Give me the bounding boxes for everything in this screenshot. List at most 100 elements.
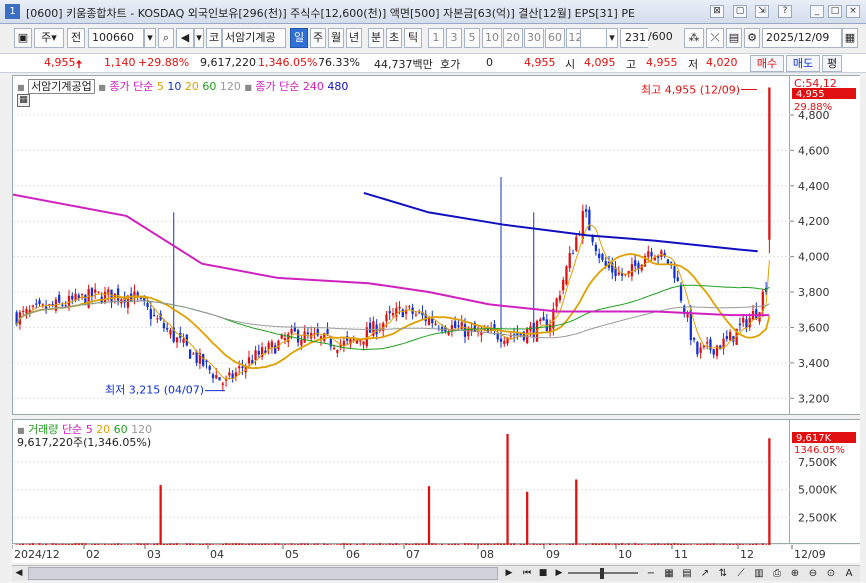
buy-button[interactable]: 매수 (750, 55, 784, 72)
period-button-week[interactable]: 주 (310, 28, 326, 48)
crosshair-icon[interactable]: ⤫ (706, 28, 724, 48)
scroll-right-icon[interactable]: ▶ (502, 566, 516, 581)
search-icon[interactable]: ⌕ (158, 28, 174, 48)
left-gutter (0, 75, 12, 545)
bar-chart-icon[interactable]: ▥ (752, 566, 766, 581)
maximize-icon[interactable]: □ (828, 5, 842, 18)
open-label: 시 (565, 58, 576, 71)
candle-body (221, 383, 224, 385)
layout-icon[interactable]: ▣ (14, 28, 32, 48)
interval-button-5[interactable]: 5 (464, 28, 480, 48)
ma-line-5 (16, 224, 770, 380)
forward-icon[interactable]: ▶ (552, 566, 566, 581)
period-button-year[interactable]: 년 (346, 28, 362, 48)
calendar-icon[interactable]: ▦ (842, 28, 858, 48)
code-dropdown-icon[interactable]: ▾ (144, 28, 156, 48)
count-input[interactable]: 231 (620, 28, 648, 48)
interval-button-3[interactable]: 3 (446, 28, 462, 48)
scroll-left-icon[interactable]: ◀ (12, 566, 26, 581)
minimize-icon[interactable]: _ (810, 5, 824, 18)
rewind-icon[interactable]: ⏮ (520, 566, 534, 581)
candle-body (670, 261, 673, 263)
period-button-day[interactable]: 일 (290, 28, 308, 48)
restore-icon[interactable]: ▢ (733, 5, 747, 18)
candle-body (97, 291, 100, 293)
hoga-label: 호가 (440, 58, 461, 71)
candle-body (634, 260, 637, 266)
chart-indicator-icon[interactable]: ⁂ (684, 28, 704, 48)
candle-body (706, 342, 709, 344)
candle-body (306, 332, 310, 335)
last-pct-tag: 29.88% (794, 102, 832, 113)
line-chart-icon[interactable]: ⟋ (734, 566, 748, 581)
zoom-in-icon[interactable]: ⊕ (788, 566, 802, 581)
candle-body (503, 341, 506, 344)
volume-chart-panel: ■ 거래량 단순 5 20 60 120 9,617,220주(1,346.05… (12, 419, 791, 545)
up-arrow-icon: 🠅 (76, 58, 83, 71)
stock-code-input[interactable]: 100660 (88, 28, 144, 48)
chart-table-icon[interactable]: ▦ (17, 94, 30, 107)
link-icon[interactable]: ⊠ (710, 5, 724, 18)
price-chart[interactable]: 최고 4,955 (12/09) 최저 3,215 (04/07) (12, 76, 791, 416)
settings-icon[interactable]: ⚙ (744, 28, 760, 48)
compare-chart-icon[interactable]: ⇅ (716, 566, 730, 581)
candle-body (558, 295, 562, 301)
volume-bar (526, 491, 529, 545)
pin-icon[interactable]: ⇲ (755, 5, 769, 18)
candle-body (575, 236, 578, 251)
zoom-out-circle-icon[interactable]: ⊖ (806, 566, 820, 581)
zoom-out-icon[interactable]: − (644, 566, 658, 581)
help-icon[interactable]: ? (778, 5, 792, 18)
scroll-end-icon[interactable]: A (842, 566, 856, 581)
market-select[interactable]: 주▾ (34, 28, 64, 48)
candle-body (149, 309, 152, 319)
period-button-second[interactable]: 초 (386, 28, 402, 48)
chart-scrollbar[interactable]: ◀ ▶ ⏮ ■ ▶ − ▦ ▤ ↗ ⇅ ⟋ ▥ ⎙ ⊕ ⊖ ⊙ A (12, 565, 860, 581)
candle-body (139, 297, 143, 299)
stop-icon[interactable]: ■ (536, 566, 550, 581)
interval-button-20[interactable]: 20 (503, 28, 523, 48)
fit-icon[interactable]: ⊙ (824, 566, 838, 581)
ma-period-240: 240 (302, 80, 324, 93)
period-button-month[interactable]: 월 (328, 28, 344, 48)
candle-body (388, 311, 391, 314)
scroll-thumb[interactable] (28, 567, 498, 580)
interval-button-10[interactable]: 10 (482, 28, 502, 48)
compare-button[interactable]: 전 (67, 28, 85, 48)
trend-icon[interactable]: ↗ (698, 566, 712, 581)
save-icon[interactable]: ▤ (726, 28, 742, 48)
last-price: 4,955 (524, 56, 556, 69)
interval-button-1[interactable]: 1 (428, 28, 444, 48)
period-button-minute[interactable]: 분 (368, 28, 384, 48)
sound-dropdown-icon[interactable]: ▾ (194, 28, 204, 48)
price-tick-label: 4,000 (798, 251, 830, 264)
period-button-tick[interactable]: 틱 (404, 28, 422, 48)
ma-period-10: 10 (163, 80, 182, 93)
volume-bar (159, 485, 162, 545)
candle-body (601, 254, 604, 261)
close-icon[interactable]: × (846, 5, 860, 18)
candle-body (650, 251, 653, 257)
stock-name-tab[interactable]: 서암기계공업 (28, 79, 95, 94)
print-icon[interactable]: ⎙ (770, 566, 784, 581)
interval-button-30[interactable]: 30 (524, 28, 544, 48)
volume-value: 9,617,220 (200, 56, 256, 69)
sell-button[interactable]: 매도 (786, 55, 820, 72)
date-input[interactable]: 2025/12/09 (762, 28, 842, 48)
table-view-icon[interactable]: ▤ (680, 566, 694, 581)
interval-dropdown-icon[interactable]: ▾ (606, 28, 618, 48)
candle-body (166, 328, 169, 330)
candle-body (598, 253, 601, 259)
candle-body (362, 341, 365, 345)
turnover-rate: 76.33% (318, 56, 360, 69)
candle-body (568, 253, 571, 269)
kospi-kosdaq-button[interactable]: 코 (206, 28, 222, 48)
ma-legend-label: 종가 단순 (109, 80, 154, 93)
layout-grid-icon[interactable]: ▦ (662, 566, 676, 581)
sound-icon[interactable]: ◀ (176, 28, 194, 48)
eval-button[interactable]: 평 (822, 55, 842, 72)
interval-button-60[interactable]: 60 (545, 28, 565, 48)
volume-bar (768, 438, 771, 545)
candle-body (414, 314, 418, 316)
zoom-slider-handle[interactable] (600, 568, 604, 579)
